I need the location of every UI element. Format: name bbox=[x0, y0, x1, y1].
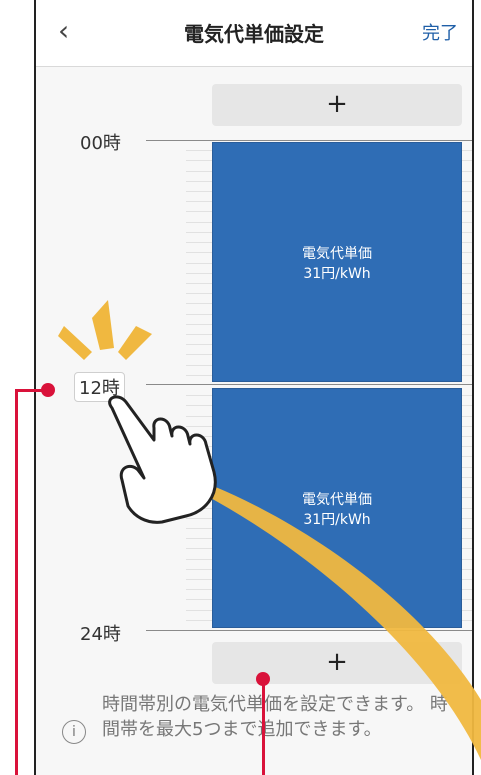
callout-dot-left bbox=[41, 383, 55, 397]
callout-line-bottom bbox=[262, 680, 265, 775]
annotation-overlay bbox=[58, 300, 481, 760]
swipe-arrow bbox=[176, 472, 481, 760]
hand-pointer-icon bbox=[108, 395, 217, 524]
callout-dot-bottom bbox=[256, 672, 270, 686]
callout-line-left bbox=[15, 390, 18, 775]
sparkle-icon bbox=[58, 300, 152, 360]
